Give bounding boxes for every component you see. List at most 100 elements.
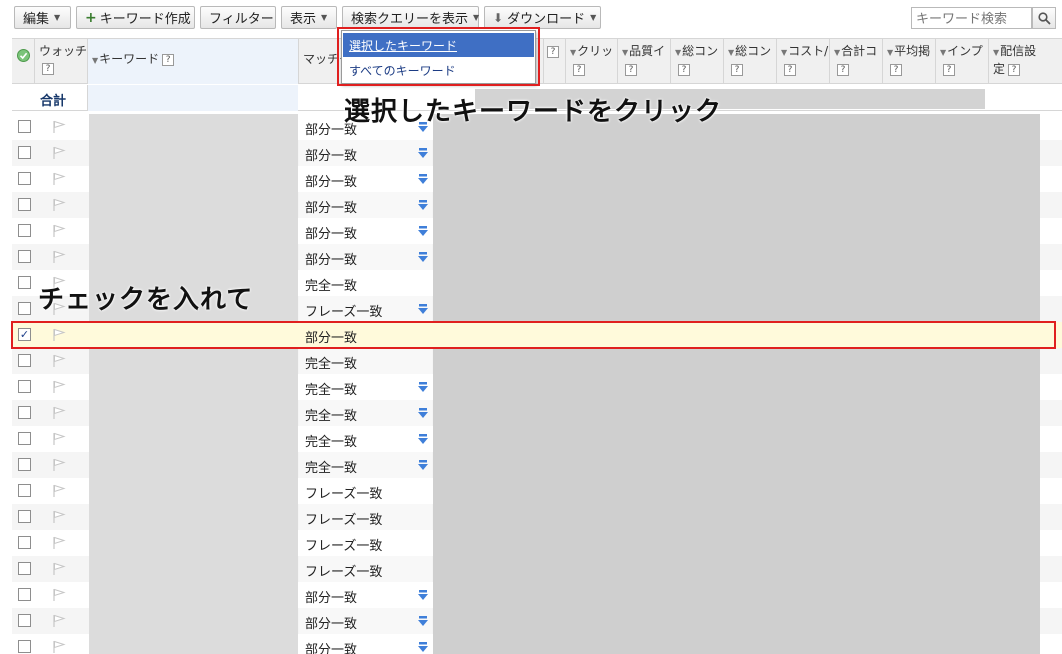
row-checkbox[interactable] — [18, 406, 31, 419]
match-change-icon[interactable] — [417, 433, 429, 445]
watch-flag-icon[interactable] — [52, 380, 66, 394]
row-checkbox[interactable] — [18, 198, 31, 211]
watch-header[interactable]: ウォッチ? — [34, 39, 87, 84]
row-checkbox[interactable] — [18, 302, 31, 315]
match-change-icon[interactable] — [417, 641, 429, 653]
watch-flag-icon[interactable] — [52, 588, 66, 602]
search-button[interactable] — [1032, 7, 1056, 29]
help-icon[interactable]: ? — [42, 63, 54, 75]
create-keyword-button[interactable]: + キーワード作成 — [76, 6, 195, 29]
row-checkbox[interactable] — [18, 614, 31, 627]
row-checkbox[interactable] — [18, 250, 31, 263]
table-row[interactable]: 部分一致 — [12, 166, 1062, 192]
row-checkbox[interactable] — [18, 562, 31, 575]
match-change-icon[interactable] — [417, 615, 429, 627]
watch-flag-icon[interactable] — [52, 224, 66, 238]
help-icon[interactable]: ? — [890, 64, 902, 76]
watch-flag-icon[interactable] — [52, 510, 66, 524]
watch-flag-icon[interactable] — [52, 198, 66, 212]
watch-flag-icon[interactable] — [52, 328, 66, 342]
help-icon[interactable]: ? — [837, 64, 849, 76]
help-icon[interactable]: ? — [731, 64, 743, 76]
help-icon[interactable]: ? — [784, 64, 796, 76]
menu-item-selected-keywords[interactable]: 選択したキーワード — [343, 33, 534, 57]
table-row[interactable]: フレーズ一致 — [12, 530, 1062, 556]
row-checkbox[interactable] — [18, 458, 31, 471]
watch-flag-icon[interactable] — [52, 354, 66, 368]
row-checkbox[interactable] — [18, 510, 31, 523]
select-all-cell[interactable] — [12, 39, 34, 84]
row-checkbox[interactable] — [18, 484, 31, 497]
row-checkbox[interactable] — [18, 146, 31, 159]
watch-flag-icon[interactable] — [52, 172, 66, 186]
table-row[interactable]: 完全一致 — [12, 452, 1062, 478]
match-change-icon[interactable] — [417, 251, 429, 263]
menu-item-all-keywords[interactable]: すべてのキーワード — [343, 58, 534, 82]
watch-flag-icon[interactable] — [52, 146, 66, 160]
match-change-icon[interactable] — [417, 225, 429, 237]
search-query-button[interactable]: 検索クエリーを表示 ▼ — [342, 6, 479, 29]
table-row[interactable]: 完全一致 — [12, 348, 1062, 374]
match-change-icon[interactable] — [417, 459, 429, 471]
column-header-clicks[interactable]: ▼クリッ? — [565, 39, 617, 84]
watch-flag-icon[interactable] — [52, 562, 66, 576]
help-icon[interactable]: ? — [625, 64, 637, 76]
watch-flag-icon[interactable] — [52, 640, 66, 654]
watch-flag-icon[interactable] — [52, 432, 66, 446]
view-menu-button[interactable]: 表示 ▼ — [281, 6, 337, 29]
watch-flag-icon[interactable] — [52, 458, 66, 472]
table-row[interactable]: フレーズ一致 — [12, 504, 1062, 530]
table-row[interactable]: 部分一致 — [12, 582, 1062, 608]
help-icon[interactable]: ? — [547, 46, 559, 58]
table-row[interactable]: 部分一致 — [12, 140, 1062, 166]
help-icon[interactable]: ? — [943, 64, 955, 76]
watch-flag-icon[interactable] — [52, 614, 66, 628]
column-header-impressions[interactable]: ▼インプ? — [935, 39, 988, 84]
row-checkbox[interactable] — [18, 224, 31, 237]
table-row[interactable]: フレーズ一致 — [12, 556, 1062, 582]
help-icon[interactable]: ? — [1008, 64, 1021, 76]
column-header-delivery[interactable]: ▼配信設定? — [988, 39, 1048, 84]
row-checkbox[interactable] — [18, 172, 31, 185]
table-row[interactable]: 部分一致 — [12, 634, 1062, 654]
match-change-icon[interactable] — [417, 381, 429, 393]
column-header-cost[interactable]: ▼コスト/? — [776, 39, 829, 84]
row-checkbox[interactable] — [18, 380, 31, 393]
watch-flag-icon[interactable] — [52, 250, 66, 264]
row-checkbox[interactable] — [18, 432, 31, 445]
column-header-conv2[interactable]: ▼総コン? — [723, 39, 776, 84]
match-change-icon[interactable] — [417, 147, 429, 159]
table-row[interactable]: 部分一致 — [12, 192, 1062, 218]
table-row[interactable]: 完全一致 — [12, 426, 1062, 452]
row-checkbox[interactable] — [18, 588, 31, 601]
filter-button[interactable]: フィルター — [200, 6, 276, 29]
match-change-icon[interactable] — [417, 303, 429, 315]
watch-flag-icon[interactable] — [52, 120, 66, 134]
help-icon[interactable]: ? — [573, 64, 585, 76]
column-header-quality[interactable]: ▼品質イ? — [617, 39, 670, 84]
table-row[interactable]: 完全一致 — [12, 400, 1062, 426]
row-checkbox[interactable] — [18, 120, 31, 133]
select-all-check-icon[interactable] — [17, 49, 30, 62]
watch-flag-icon[interactable] — [52, 536, 66, 550]
match-change-icon[interactable] — [417, 589, 429, 601]
download-button[interactable]: ⬇ ダウンロード ▼ — [484, 6, 601, 29]
edit-menu-button[interactable]: 編集 ▼ — [14, 6, 71, 29]
match-change-icon[interactable] — [417, 407, 429, 419]
watch-flag-icon[interactable] — [52, 406, 66, 420]
watch-flag-icon[interactable] — [52, 484, 66, 498]
row-checkbox[interactable] — [18, 536, 31, 549]
table-row[interactable]: 完全一致 — [12, 374, 1062, 400]
column-header-total[interactable]: ▼合計コ? — [829, 39, 882, 84]
row-checkbox[interactable] — [18, 640, 31, 653]
table-row[interactable]: フレーズ一致 — [12, 478, 1062, 504]
row-checkbox[interactable]: ✓ — [18, 328, 31, 341]
column-header-avg-pos[interactable]: ▼平均掲? — [882, 39, 935, 84]
keyword-search-input[interactable] — [911, 7, 1032, 29]
table-row[interactable]: 部分一致 — [12, 218, 1062, 244]
match-change-icon[interactable] — [417, 173, 429, 185]
row-checkbox[interactable] — [18, 354, 31, 367]
help-icon[interactable]: ? — [162, 54, 175, 66]
help-icon[interactable]: ? — [678, 64, 690, 76]
column-header-conv1[interactable]: ▼総コン? — [670, 39, 723, 84]
